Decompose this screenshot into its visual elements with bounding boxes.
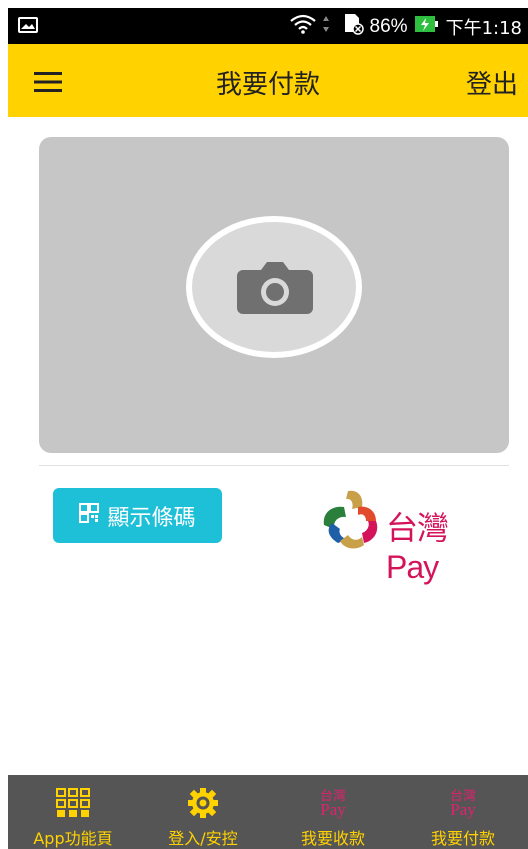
divider [39,465,509,466]
nav-item-login-security[interactable]: 登入/安控 [138,775,268,849]
nav-label: 我要付款 [430,829,495,848]
bottom-nav: App功能頁 登入/安控 台灣 Pay 我要收款 台灣 Pay 我要付款 [8,775,528,849]
taiwan-pay-logo: 台灣Pay [318,485,498,585]
camera-icon [237,262,313,314]
nav-label: 登入/安控 [168,829,238,848]
barcode-icon [79,502,100,529]
nav-label: 我要收款 [300,829,365,848]
logout-button[interactable]: 登出 [466,64,518,101]
qr-scanner-area[interactable] [39,137,509,453]
image-notification-icon [18,17,38,38]
app-header: 我要付款 登出 [8,44,528,117]
gear-icon [188,787,218,818]
nav-item-receive-payment[interactable]: 台灣 Pay 我要收款 [268,775,398,849]
sim-card-icon [342,13,364,41]
taiwan-pay-icon: 台灣 Pay [319,787,346,819]
grid-icon [56,787,90,817]
show-barcode-button[interactable]: 顯示條碼 [53,488,222,543]
wifi-icon [289,14,316,40]
show-barcode-label: 顯示條碼 [107,505,196,531]
battery-charging-icon [414,14,440,40]
status-indicators: 86% 下午1:18 [289,13,522,41]
status-time: 下午1:18 [445,18,522,39]
nav-item-make-payment[interactable]: 台灣 Pay 我要付款 [398,775,528,849]
taiwan-pay-logo-text: 台灣Pay [386,510,449,585]
battery-percent: 86% [369,16,408,37]
status-bar: 86% 下午1:18 [8,8,528,44]
taiwan-pay-emblem-icon [323,490,378,549]
nav-item-app-functions[interactable]: App功能頁 [8,775,138,849]
data-arrows-icon [322,15,330,39]
nav-label: App功能頁 [33,829,113,848]
taiwan-pay-icon: 台灣 Pay [449,787,476,819]
page-title: 我要付款 [215,70,320,100]
camera-button[interactable] [186,216,362,358]
